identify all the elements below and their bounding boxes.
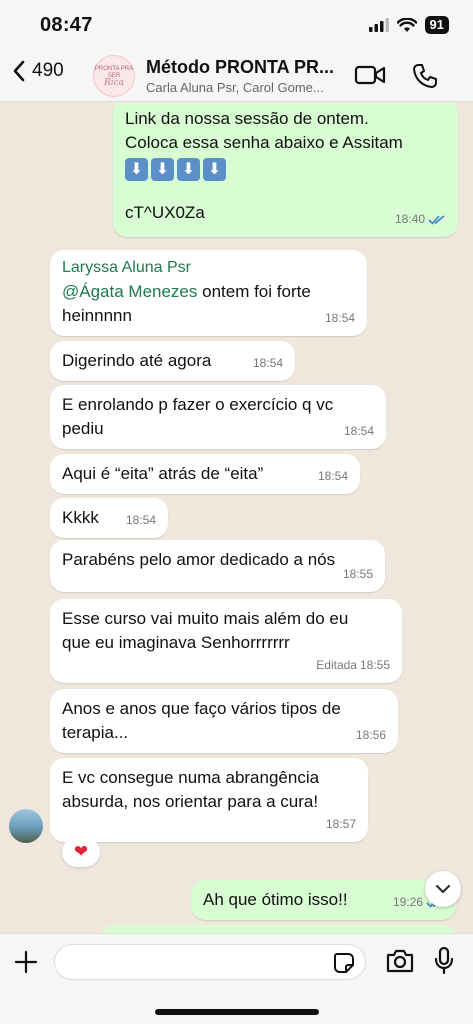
message-text-line1: Esse curso vai muito mais além do eu	[62, 609, 349, 628]
message-incoming[interactable]: E vc consegue numa abrangência absurda, …	[50, 758, 368, 842]
message-text-line2: heinnnnn	[62, 306, 132, 325]
camera-icon[interactable]	[385, 948, 415, 974]
message-incoming[interactable]: Anos e anos que faço vários tipos de ter…	[50, 689, 398, 753]
plus-icon[interactable]	[14, 950, 38, 974]
message-time: 18:55	[342, 567, 373, 581]
battery-indicator: 91	[424, 16, 449, 34]
down-arrow-icon: ⬇	[151, 158, 174, 181]
message-text: Kkkk	[62, 508, 99, 527]
down-arrow-icon: ⬇	[177, 158, 200, 181]
chat-subtitle[interactable]: Carla Aluna Psr, Carol Gome...	[146, 80, 346, 95]
message-text: Aqui é “eita” atrás de “eita”	[62, 464, 264, 483]
message-meta: 18:54	[318, 464, 348, 488]
message-outgoing-link[interactable]: Link da nossa sessão de ontem. Coloca es…	[113, 103, 458, 237]
phone-icon[interactable]	[412, 63, 438, 89]
message-incoming[interactable]: Aqui é “eita” atrás de “eita” 18:54	[50, 454, 360, 494]
microphone-icon[interactable]	[433, 946, 455, 976]
sender-name[interactable]: Laryssa Aluna Psr	[62, 256, 355, 280]
message-incoming[interactable]: Digerindo até agora 18:54	[50, 341, 295, 381]
unread-count: 490	[32, 60, 64, 81]
message-meta: 18:57	[326, 812, 356, 836]
message-time: 18:54	[343, 424, 374, 438]
message-outgoing[interactable]: Ah que ótimo isso!! 19:26	[191, 880, 456, 920]
message-time: 18:54	[317, 469, 348, 483]
message-text-line2: que eu imaginava Senhorrrrrrr	[62, 633, 290, 652]
message-text: Ah que ótimo isso!!	[203, 890, 348, 909]
message-incoming[interactable]: E enrolando p fazer o exercício q vc ped…	[50, 385, 386, 449]
message-text: Digerindo até agora	[62, 351, 212, 370]
message-time: 18:57	[325, 817, 356, 831]
message-text-line2: pediu	[62, 419, 104, 438]
message-time: 18:54	[324, 311, 355, 325]
home-indicator	[155, 1009, 319, 1015]
status-icons: 91	[368, 16, 449, 34]
message-incoming[interactable]: Esse curso vai muito mais além do eu que…	[50, 599, 402, 683]
message-text: ontem foi forte	[197, 282, 311, 301]
message-text-line2: terapia...	[62, 723, 129, 742]
message-text-line1: E vc consegue numa abrangência	[62, 768, 320, 787]
edited-label: Editada	[316, 658, 357, 672]
message-incoming[interactable]: Parabéns pelo amor dedicado a nós 18:55	[50, 540, 385, 592]
chat-title[interactable]: Método PRONTA PR...	[146, 57, 346, 78]
heart-icon: ❤	[73, 842, 89, 861]
message-time: 18:56	[355, 728, 386, 742]
chevron-down-icon	[435, 884, 451, 894]
message-outgoing-partial[interactable]	[100, 925, 456, 933]
message-time: 19:26	[392, 895, 423, 909]
message-time: 18:40	[394, 212, 425, 226]
message-input[interactable]	[54, 944, 366, 980]
scroll-to-bottom-button[interactable]	[425, 871, 461, 907]
wifi-icon	[396, 17, 417, 32]
avatar-logo-script: Rica	[103, 77, 125, 88]
message-meta: 18:54	[344, 419, 374, 443]
down-arrow-icon: ⬇	[203, 158, 226, 181]
message-meta: 18:54	[325, 306, 355, 330]
status-time: 08:47	[40, 14, 93, 36]
message-text-line1: @Ágata Menezes ontem foi forte	[62, 280, 355, 304]
messages-area[interactable]: Link da nossa sessão de ontem. Coloca es…	[0, 103, 473, 933]
message-meta: 18:55	[343, 562, 373, 586]
mention-link[interactable]: @Ágata Menezes	[62, 282, 197, 301]
message-meta: 18:40	[395, 207, 446, 231]
group-avatar[interactable]: PRONTA PRA SER Rica	[93, 55, 135, 97]
arrow-emojis: ⬇ ⬇ ⬇ ⬇	[125, 157, 446, 181]
heart-reaction[interactable]: ❤	[62, 837, 100, 867]
message-meta: 18:54	[126, 508, 156, 532]
message-incoming[interactable]: Laryssa Aluna Psr @Ágata Menezes ontem f…	[50, 250, 367, 336]
message-incoming[interactable]: Kkkk 18:54	[50, 498, 168, 538]
message-text-line1: E enrolando p fazer o exercício q vc	[62, 395, 334, 414]
sender-avatar[interactable]	[9, 809, 43, 843]
message-time: 18:54	[252, 356, 283, 370]
status-bar: 08:47 91	[0, 0, 473, 50]
message-text-line2: absurda, nos orientar para a cura!	[62, 792, 319, 811]
message-text-line1: Anos e anos que faço vários tipos de	[62, 699, 341, 718]
message-text-line1: Link da nossa sessão de ontem.	[125, 109, 369, 128]
message-meta: 18:56	[356, 723, 386, 747]
message-time: 18:55	[359, 658, 390, 672]
chat-header: 490 PRONTA PRA SER Rica Método PRONTA PR…	[0, 50, 473, 102]
message-text: Parabéns pelo amor dedicado a nós	[62, 550, 336, 569]
signal-icon	[368, 18, 389, 32]
video-call-icon[interactable]	[354, 63, 386, 87]
sticker-icon[interactable]	[333, 952, 355, 974]
message-meta: 18:54	[253, 351, 283, 375]
message-meta: Editada 18:55	[316, 653, 390, 677]
read-ticks-icon	[428, 214, 445, 225]
message-text-line2: Coloca essa senha abaixo e Assitam	[125, 133, 403, 152]
back-chevron-icon	[13, 60, 25, 82]
down-arrow-icon: ⬇	[125, 158, 148, 181]
message-time: 18:54	[125, 513, 156, 527]
back-button[interactable]: 490	[12, 60, 64, 82]
message-input-bar	[0, 933, 473, 1024]
